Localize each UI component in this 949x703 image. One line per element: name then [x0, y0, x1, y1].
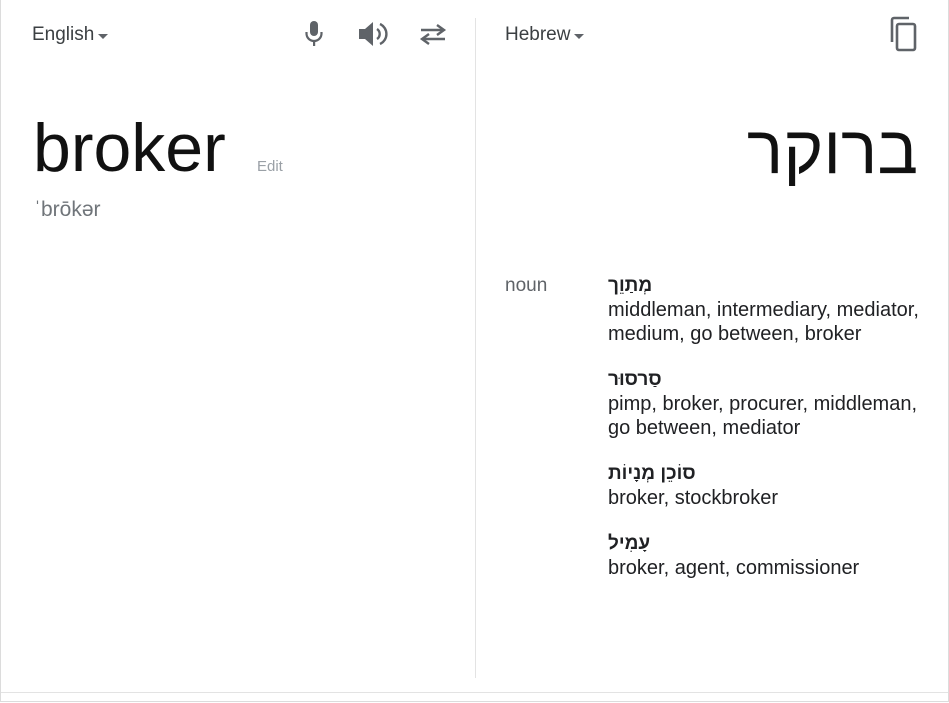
source-word: broker	[33, 110, 226, 186]
pronunciation: ˈbrōkər	[34, 198, 101, 221]
entry-word[interactable]: סַרסוּר	[608, 368, 928, 392]
dictionary-entry: סַרסוּר pimp, broker, procurer, middlema…	[608, 368, 928, 440]
entry-synonyms: middleman, intermediary, mediator, mediu…	[608, 299, 919, 345]
dictionary-entry: סוֹכֵן מְנָיוֹת broker, stockbroker	[608, 462, 928, 510]
target-language-select[interactable]: Hebrew	[505, 24, 585, 46]
microphone-button[interactable]	[298, 18, 330, 50]
chevron-down-icon	[574, 33, 585, 39]
copy-icon	[890, 16, 917, 52]
speaker-icon	[359, 22, 388, 46]
swap-languages-icon	[419, 24, 447, 45]
source-language-select[interactable]: English	[32, 24, 109, 46]
entry-synonyms: pimp, broker, procurer, middleman, go be…	[608, 393, 918, 439]
dictionary-entries: מְתַוֵך middleman, intermediary, mediato…	[608, 274, 928, 602]
dictionary-entry: מְתַוֵך middleman, intermediary, mediato…	[608, 274, 928, 346]
copy-button[interactable]	[887, 16, 919, 52]
entry-synonyms: broker, agent, commissioner	[608, 557, 860, 579]
entry-word[interactable]: סוֹכֵן מְנָיוֹת	[608, 462, 928, 486]
dictionary-entry: עָמִיל broker, agent, commissioner	[608, 532, 928, 580]
target-language-label: Hebrew	[505, 24, 571, 45]
bottom-divider	[1, 692, 948, 693]
swap-languages-button[interactable]	[417, 18, 449, 50]
source-language-label: English	[32, 24, 95, 45]
entry-word[interactable]: עָמִיל	[608, 532, 928, 556]
entry-word[interactable]: מְתַוֵך	[608, 274, 928, 298]
microphone-icon	[305, 21, 323, 46]
entry-synonyms: broker, stockbroker	[608, 487, 779, 509]
panel-divider	[475, 18, 476, 678]
translated-word: ברוקר	[746, 112, 918, 188]
listen-button[interactable]	[357, 18, 389, 50]
part-of-speech-label: noun	[505, 275, 548, 296]
chevron-down-icon	[98, 33, 109, 39]
translation-card: English Hebrew broker Edit ˈbrōkər ברוקר…	[0, 0, 949, 702]
edit-link[interactable]: Edit	[257, 158, 283, 175]
